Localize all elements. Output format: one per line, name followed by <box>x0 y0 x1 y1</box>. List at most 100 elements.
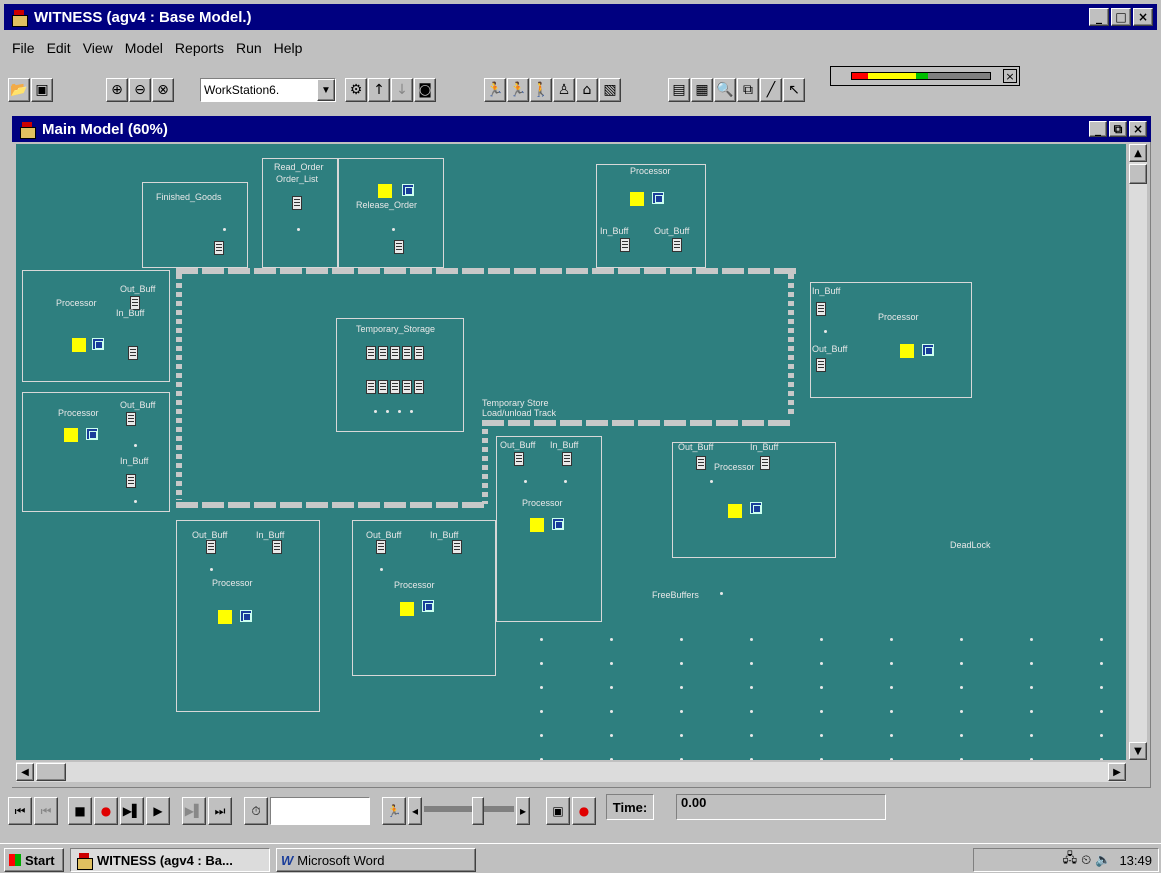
menu-run[interactable]: Run <box>230 40 268 56</box>
step-back-button[interactable]: ⏮ <box>34 797 58 825</box>
walk-icon[interactable]: 🚶 <box>530 78 552 102</box>
buffer-icon[interactable] <box>620 238 630 252</box>
scroll-left-icon[interactable]: ◀ <box>16 763 34 781</box>
report2-icon[interactable]: ▦ <box>691 78 713 102</box>
operator-icon[interactable] <box>652 192 664 204</box>
buffer-icon[interactable] <box>414 346 424 360</box>
copy-icon[interactable]: ⧉ <box>737 78 759 102</box>
task-witness[interactable]: WITNESS (agv4 : Ba... <box>70 848 270 872</box>
buffer-icon[interactable] <box>206 540 216 554</box>
child-close-button[interactable]: × <box>1129 121 1147 137</box>
machine-icon[interactable] <box>72 338 86 352</box>
buffer-icon[interactable] <box>696 456 706 470</box>
report-window-icon[interactable]: ▣ <box>546 797 570 825</box>
buffer-icon[interactable] <box>390 346 400 360</box>
run-man2-icon[interactable]: 🏃 <box>507 78 529 102</box>
machine-icon[interactable] <box>218 610 232 624</box>
menu-file[interactable]: File <box>6 40 41 56</box>
zoom-in-icon[interactable]: ⊕ <box>106 78 128 102</box>
app-title-bar[interactable]: WITNESS (agv4 : Base Model.) _ □ × <box>4 4 1157 30</box>
combo-dropdown-icon[interactable]: ▼ <box>317 79 335 101</box>
timer-icon[interactable]: ⏱ <box>244 797 268 825</box>
machine-icon[interactable] <box>530 518 544 532</box>
target-icon[interactable]: ⊗ <box>152 78 174 102</box>
task-word[interactable]: W Microsoft Word <box>276 848 476 872</box>
buffer-icon[interactable] <box>272 540 282 554</box>
buffer-icon[interactable] <box>128 346 138 360</box>
buffer-icon[interactable] <box>760 456 770 470</box>
step-input[interactable] <box>270 797 370 825</box>
horizontal-scrollbar[interactable]: ◀ ▶ <box>16 762 1126 782</box>
operator-icon[interactable] <box>240 610 252 622</box>
child-minimize-button[interactable]: _ <box>1089 121 1107 137</box>
processor-box-top[interactable] <box>596 164 706 268</box>
chair-icon[interactable]: ♙ <box>553 78 575 102</box>
paint-icon[interactable]: ▧ <box>599 78 621 102</box>
meter-close-icon[interactable]: × <box>1003 69 1017 83</box>
buffer-icon[interactable] <box>394 240 404 254</box>
temporary-storage-box[interactable] <box>336 318 464 432</box>
machine-icon[interactable] <box>64 428 78 442</box>
scroll-up-icon[interactable]: ▲ <box>1129 144 1147 162</box>
scroll-down-icon[interactable]: ▼ <box>1129 742 1147 760</box>
buffer-icon[interactable] <box>562 452 572 466</box>
speed-right-icon[interactable]: ▸ <box>516 797 530 825</box>
menu-help[interactable]: Help <box>268 40 309 56</box>
menu-reports[interactable]: Reports <box>169 40 230 56</box>
speed-slider-thumb[interactable] <box>472 797 484 825</box>
close-button[interactable]: × <box>1133 8 1153 26</box>
walk-speed-icon[interactable]: 🏃 <box>382 797 406 825</box>
element-combo[interactable]: WorkStation6. ▼ <box>200 78 336 102</box>
buffer-icon[interactable] <box>214 241 224 255</box>
operator-icon[interactable] <box>422 600 434 612</box>
maximize-button[interactable]: □ <box>1111 8 1131 26</box>
line-icon[interactable]: ╱ <box>760 78 782 102</box>
scroll-thumb[interactable] <box>1129 164 1147 184</box>
down-icon[interactable]: ↓ <box>391 78 413 102</box>
minimize-button[interactable]: _ <box>1089 8 1109 26</box>
fast-forward-button[interactable]: ⏭ <box>208 797 232 825</box>
machine-icon[interactable] <box>630 192 644 206</box>
open-icon[interactable]: 📂 <box>8 78 30 102</box>
play-button[interactable]: ▶ <box>146 797 170 825</box>
machine-icon[interactable] <box>728 504 742 518</box>
buffer-icon[interactable] <box>402 346 412 360</box>
run-man-icon[interactable]: 🏃 <box>484 78 506 102</box>
start-button[interactable]: Start <box>4 848 64 872</box>
processor-box-right[interactable] <box>810 282 972 398</box>
buffer-icon[interactable] <box>376 540 386 554</box>
buffer-icon[interactable] <box>378 346 388 360</box>
network-icon[interactable]: 🖧 <box>1063 849 1078 871</box>
buffer-icon[interactable] <box>514 452 524 466</box>
machine-icon[interactable] <box>900 344 914 358</box>
camera-icon[interactable]: ◙ <box>414 78 436 102</box>
vertical-scrollbar[interactable]: ▲ ▼ <box>1129 144 1147 760</box>
buffer-icon[interactable] <box>816 358 826 372</box>
menu-model[interactable]: Model <box>119 40 169 56</box>
step-forward-button[interactable]: ▶▌ <box>182 797 206 825</box>
witness-app-icon[interactable] <box>10 9 28 27</box>
scheduler-icon[interactable]: ⏲ <box>1081 852 1091 868</box>
operator-icon[interactable] <box>402 184 414 196</box>
buffer-icon[interactable] <box>378 380 388 394</box>
machine-icon[interactable] <box>400 602 414 616</box>
preview-icon[interactable]: 🔍 <box>714 78 736 102</box>
buffer-icon[interactable] <box>366 346 376 360</box>
record-stop-icon[interactable]: ● <box>572 797 596 825</box>
buffer-icon[interactable] <box>390 380 400 394</box>
save-icon[interactable]: ▣ <box>31 78 53 102</box>
rewind-start-button[interactable]: ⏮ <box>8 797 32 825</box>
buffer-icon[interactable] <box>452 540 462 554</box>
speed-left-icon[interactable]: ◂ <box>408 797 422 825</box>
model-canvas[interactable]: Finished_Goods Read_Order Order_List Rel… <box>16 144 1126 760</box>
operator-icon[interactable] <box>86 428 98 440</box>
operator-icon[interactable] <box>922 344 934 356</box>
up-icon[interactable]: ↑ <box>368 78 390 102</box>
child-restore-button[interactable]: ⧉ <box>1109 121 1127 137</box>
house-icon[interactable]: ⌂ <box>576 78 598 102</box>
scroll-right-icon[interactable]: ▶ <box>1108 763 1126 781</box>
processor-box-mid[interactable] <box>496 436 602 622</box>
processor-box-bottom2[interactable] <box>352 520 496 676</box>
record-button[interactable]: ● <box>94 797 118 825</box>
model-window-icon[interactable] <box>18 121 36 139</box>
